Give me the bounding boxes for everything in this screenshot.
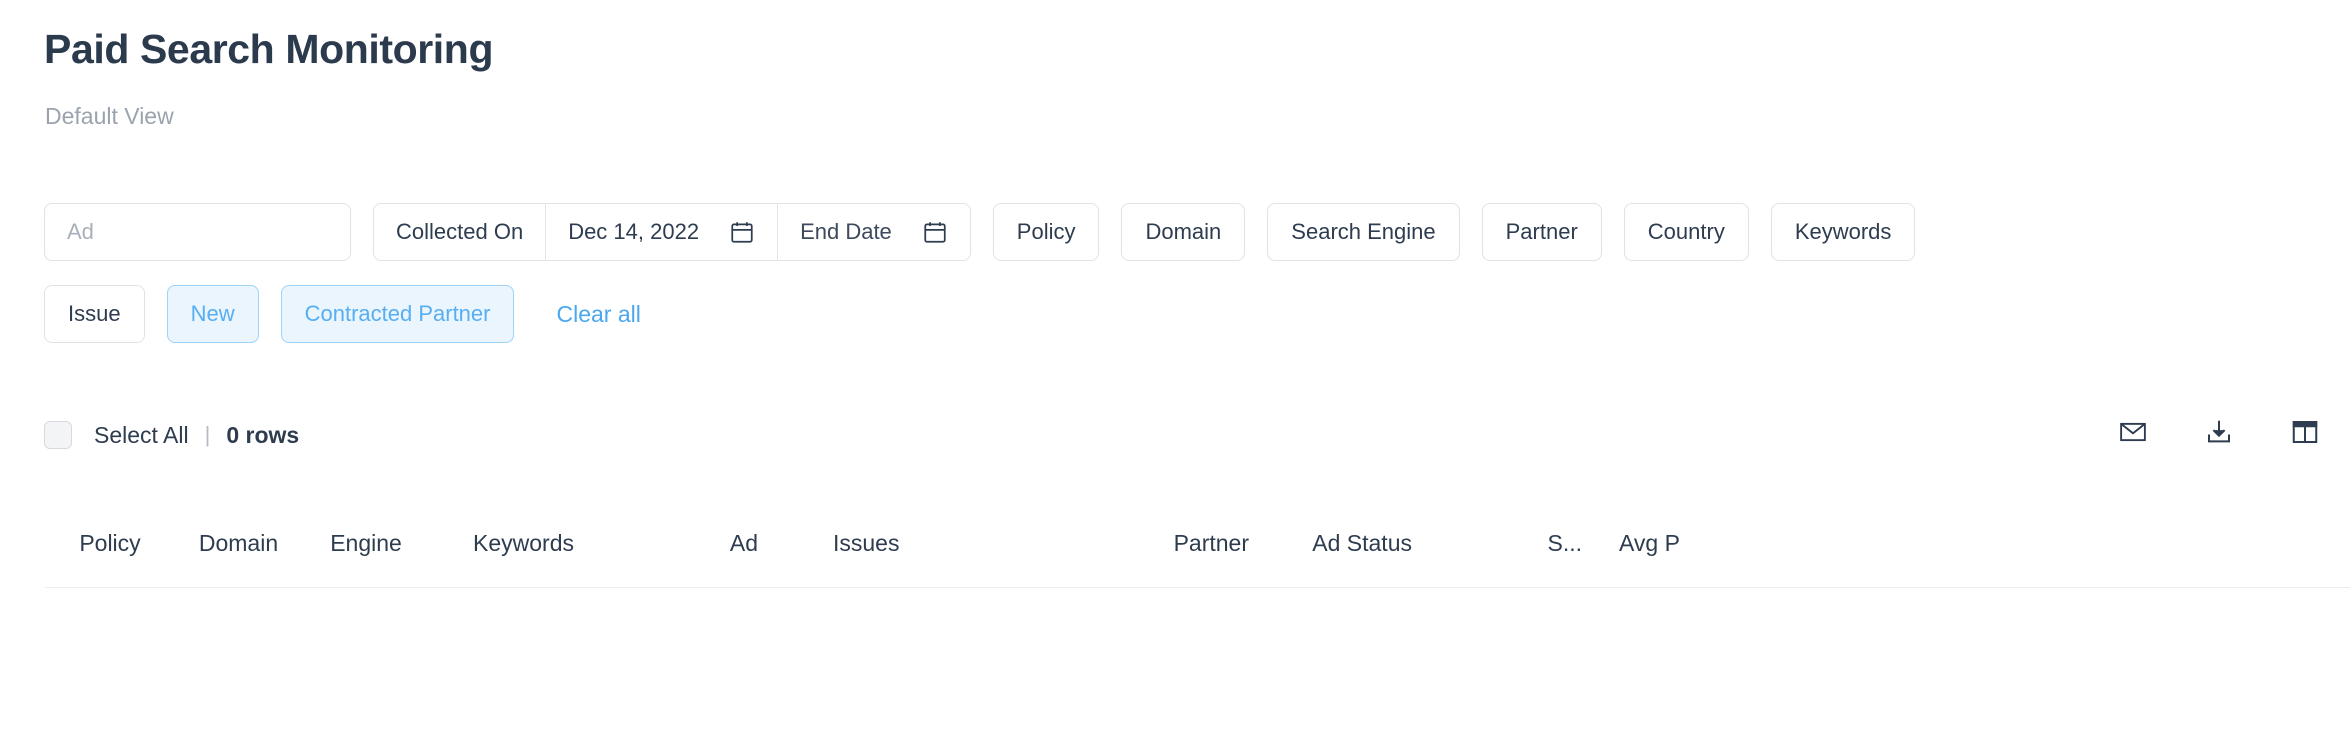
column-header-issues[interactable]: Issues [808,530,1058,557]
collected-on-label-segment[interactable]: Collected On [374,204,545,260]
calendar-icon [729,219,755,245]
filter-row-primary: Collected On Dec 14, 2022 End Date [44,203,1916,261]
column-header-keywords[interactable]: Keywords [430,530,680,557]
calendar-icon [922,219,948,245]
column-header-avg-p[interactable]: Avg P [1619,530,1769,557]
table-action-icons [2116,415,2322,449]
filter-chip-policy[interactable]: Policy [992,203,1100,261]
table-body-empty [45,588,2350,728]
filter-chip-new[interactable]: New [166,285,259,343]
ad-search-input[interactable] [44,203,351,261]
rows-count-label: 0 rows [226,421,300,448]
select-all-checkbox[interactable] [44,421,72,449]
email-icon[interactable] [2116,415,2150,449]
collected-on-date-group: Collected On Dec 14, 2022 End Date [373,203,971,261]
end-date-value: End Date [800,219,892,244]
end-date-segment[interactable]: End Date [777,204,970,260]
page-subtitle: Default View [45,103,174,129]
column-header-engine[interactable]: Engine [302,530,430,557]
filter-chip-keywords[interactable]: Keywords [1770,203,1916,261]
collected-on-label: Collected On [396,219,524,244]
column-header-partner[interactable]: Partner [1058,530,1249,557]
filter-chip-partner[interactable]: Partner [1481,203,1602,261]
table-toolbar: Select All | 0 rows [44,417,299,453]
columns-icon[interactable] [2288,415,2322,449]
results-table: Policy Domain Engine Keywords Ad Issues … [45,500,2350,732]
toolbar-separator: | [204,422,211,447]
column-header-domain[interactable]: Domain [175,530,302,557]
filter-chip-domain[interactable]: Domain [1121,203,1246,261]
download-icon[interactable] [2202,415,2236,449]
filter-chip-country[interactable]: Country [1623,203,1749,261]
clear-all-link[interactable]: Clear all [556,301,640,328]
column-header-s-truncated[interactable]: S... [1530,530,1582,557]
table-header-row: Policy Domain Engine Keywords Ad Issues … [45,500,2350,588]
select-all-label: Select All [94,421,189,448]
filter-row-secondary: Issue New Contracted Partner Clear all [44,285,641,343]
filter-chip-search-engine[interactable]: Search Engine [1267,203,1460,261]
paid-search-monitoring-page: Paid Search Monitoring Default View Coll… [0,0,2350,732]
start-date-value: Dec 14, 2022 [568,219,700,244]
column-header-ad[interactable]: Ad [680,530,808,557]
start-date-segment[interactable]: Dec 14, 2022 [545,204,777,260]
filter-chip-issue[interactable]: Issue [44,285,145,343]
filter-chip-contracted-partner[interactable]: Contracted Partner [280,285,515,343]
page-title: Paid Search Monitoring [44,26,494,72]
column-header-policy[interactable]: Policy [45,530,175,557]
column-header-ad-status[interactable]: Ad Status [1249,530,1412,557]
